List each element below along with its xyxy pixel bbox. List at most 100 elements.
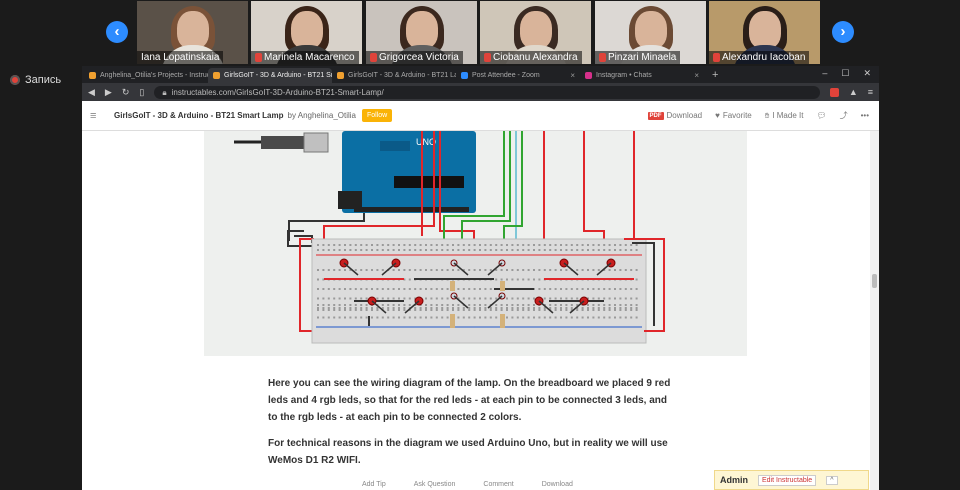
browser-tab[interactable]: Instagram • Chats × bbox=[580, 68, 704, 83]
breadboard-hole bbox=[430, 316, 433, 319]
breadboard-hole bbox=[371, 269, 373, 271]
author-byline[interactable]: by Anghelina_Otilia bbox=[288, 111, 357, 120]
participant-name: Alexandru Iacoban bbox=[709, 51, 810, 64]
made-it-button[interactable]: ✋︎ I Made It bbox=[765, 111, 804, 121]
muted-mic-icon bbox=[370, 53, 377, 62]
new-tab-button[interactable]: + bbox=[704, 69, 726, 81]
breadboard-hole bbox=[441, 297, 444, 300]
breadboard-hole bbox=[630, 316, 633, 319]
breadboard-hole bbox=[500, 309, 503, 311]
breadboard-hole bbox=[500, 278, 503, 281]
next-participants-button[interactable]: › bbox=[832, 21, 854, 43]
breadboard-hole bbox=[479, 307, 481, 309]
breadboard-hole bbox=[376, 307, 379, 309]
breadboard-hole bbox=[479, 249, 481, 251]
wiring-diagram: UNO bbox=[204, 131, 747, 356]
maximize-icon[interactable]: ☐ bbox=[841, 68, 849, 79]
breadboard-hole bbox=[533, 297, 535, 300]
breadboard-hole bbox=[560, 316, 562, 319]
participant-face bbox=[177, 11, 209, 49]
breadboard-hole bbox=[398, 316, 400, 319]
url-field[interactable]: 🔒︎ instructables.com/GirlsGoIT-3D-Arduin… bbox=[154, 85, 820, 99]
breadboard-hole bbox=[462, 316, 465, 319]
follow-button[interactable]: Follow bbox=[362, 109, 393, 122]
breadboard-hole bbox=[365, 244, 368, 246]
breadboard-hole bbox=[333, 244, 336, 246]
share-icon[interactable]: ⤴ bbox=[840, 110, 848, 121]
scrollbar-thumb[interactable] bbox=[872, 274, 877, 288]
breadboard-hole bbox=[338, 249, 341, 251]
breadboard-hole bbox=[446, 297, 449, 300]
browser-tab[interactable]: GirlsGoIT - 3D & Arduino - BT21 Sma× bbox=[208, 68, 332, 83]
tab-close-icon[interactable]: × bbox=[570, 71, 575, 80]
breadboard-hole bbox=[614, 304, 616, 306]
forward-icon[interactable]: ▶ bbox=[105, 87, 112, 98]
breadboard-hole bbox=[360, 269, 363, 271]
more-icon[interactable]: ••• bbox=[861, 111, 869, 120]
participant-tile[interactable]: Iana Lopatinskaia bbox=[137, 1, 248, 64]
download-button[interactable]: PDF Download bbox=[647, 111, 702, 120]
bookmark-icon[interactable]: ▯ bbox=[139, 87, 144, 98]
add-tip-button[interactable]: Add Tip bbox=[362, 481, 386, 488]
breadboard-hole bbox=[489, 297, 492, 300]
participant-tile[interactable]: Alexandru Iacoban bbox=[709, 1, 820, 64]
breadboard-hole bbox=[381, 304, 384, 306]
collapse-icon[interactable]: ^ bbox=[826, 475, 838, 485]
breadboard-hole bbox=[468, 304, 471, 306]
paragraph-board: For technical reasons in the diagram we … bbox=[268, 438, 668, 466]
browser-tab[interactable]: GirlsGoIT - 3D & Arduino - BT21 Lam× bbox=[332, 68, 456, 83]
warning-icon[interactable]: ▲ bbox=[849, 87, 858, 97]
breadboard-hole bbox=[603, 309, 606, 311]
step-download-button[interactable]: Download bbox=[542, 481, 573, 488]
participant-tile[interactable]: Marinela Macarenco bbox=[251, 1, 362, 64]
hamburger-icon[interactable]: ≡ bbox=[90, 110, 100, 122]
close-icon[interactable]: ✕ bbox=[863, 68, 871, 79]
breadboard-hole bbox=[376, 249, 379, 251]
page-scrollbar[interactable] bbox=[870, 131, 879, 490]
breadboard-hole bbox=[398, 249, 400, 251]
breadboard-hole bbox=[484, 297, 487, 300]
breadboard-hole bbox=[333, 307, 336, 309]
participant-tile[interactable]: Ciobanu Alexandra bbox=[480, 1, 591, 64]
breadboard-hole bbox=[435, 288, 438, 290]
back-icon[interactable]: ◀ bbox=[88, 87, 95, 98]
minimize-icon[interactable]: – bbox=[822, 68, 827, 79]
breadboard-hole bbox=[489, 249, 492, 251]
ask-question-button[interactable]: Ask Question bbox=[414, 481, 456, 488]
breadboard-hole bbox=[435, 297, 438, 300]
menu-icon[interactable]: ≡ bbox=[868, 87, 873, 97]
tab-close-icon[interactable]: × bbox=[694, 71, 699, 80]
reload-icon[interactable]: ↻ bbox=[122, 87, 130, 98]
breadboard-hole bbox=[344, 304, 346, 306]
project-title[interactable]: GirlsGoIT - 3D & Arduino - BT21 Smart La… bbox=[114, 111, 284, 120]
breadboard-hole bbox=[327, 316, 330, 319]
breadboard-hole bbox=[333, 309, 336, 311]
favorite-button[interactable]: ♥ Favorite bbox=[715, 111, 752, 120]
breadboard-hole bbox=[446, 244, 449, 246]
breadboard-hole bbox=[376, 309, 379, 311]
breadboard-hole bbox=[387, 297, 390, 300]
breadboard-hole bbox=[468, 297, 471, 300]
breadboard-hole bbox=[570, 288, 573, 290]
breadboard-hole bbox=[565, 244, 568, 246]
breadboard-hole bbox=[608, 297, 611, 300]
participant-tile[interactable]: Pinzari Minaela bbox=[595, 1, 706, 64]
breadboard-hole bbox=[425, 249, 427, 251]
breadboard-hole bbox=[597, 316, 600, 319]
breadboard-hole bbox=[419, 316, 422, 319]
breadboard-hole bbox=[317, 304, 319, 306]
breadboard-hole bbox=[597, 304, 600, 306]
participant-tile[interactable]: Grigorcea Victoria bbox=[366, 1, 477, 64]
browser-tab[interactable]: Anghelina_Otilia's Projects - Instructab… bbox=[84, 68, 208, 83]
edit-instructable-button[interactable]: Edit Instructable bbox=[758, 474, 817, 486]
breadboard-hole bbox=[441, 244, 444, 246]
browser-tab[interactable]: Post Attendee - Zoom × bbox=[456, 68, 580, 83]
breadboard-hole bbox=[479, 309, 481, 311]
breadboard-hole bbox=[624, 249, 627, 251]
comment-icon[interactable]: 💬︎ bbox=[816, 111, 826, 120]
comment-button[interactable]: Comment bbox=[483, 481, 513, 488]
extension-icon[interactable] bbox=[829, 87, 839, 97]
prev-participants-button[interactable]: ‹ bbox=[106, 21, 128, 43]
breadboard-hole bbox=[425, 316, 427, 319]
breadboard-hole bbox=[425, 297, 427, 300]
